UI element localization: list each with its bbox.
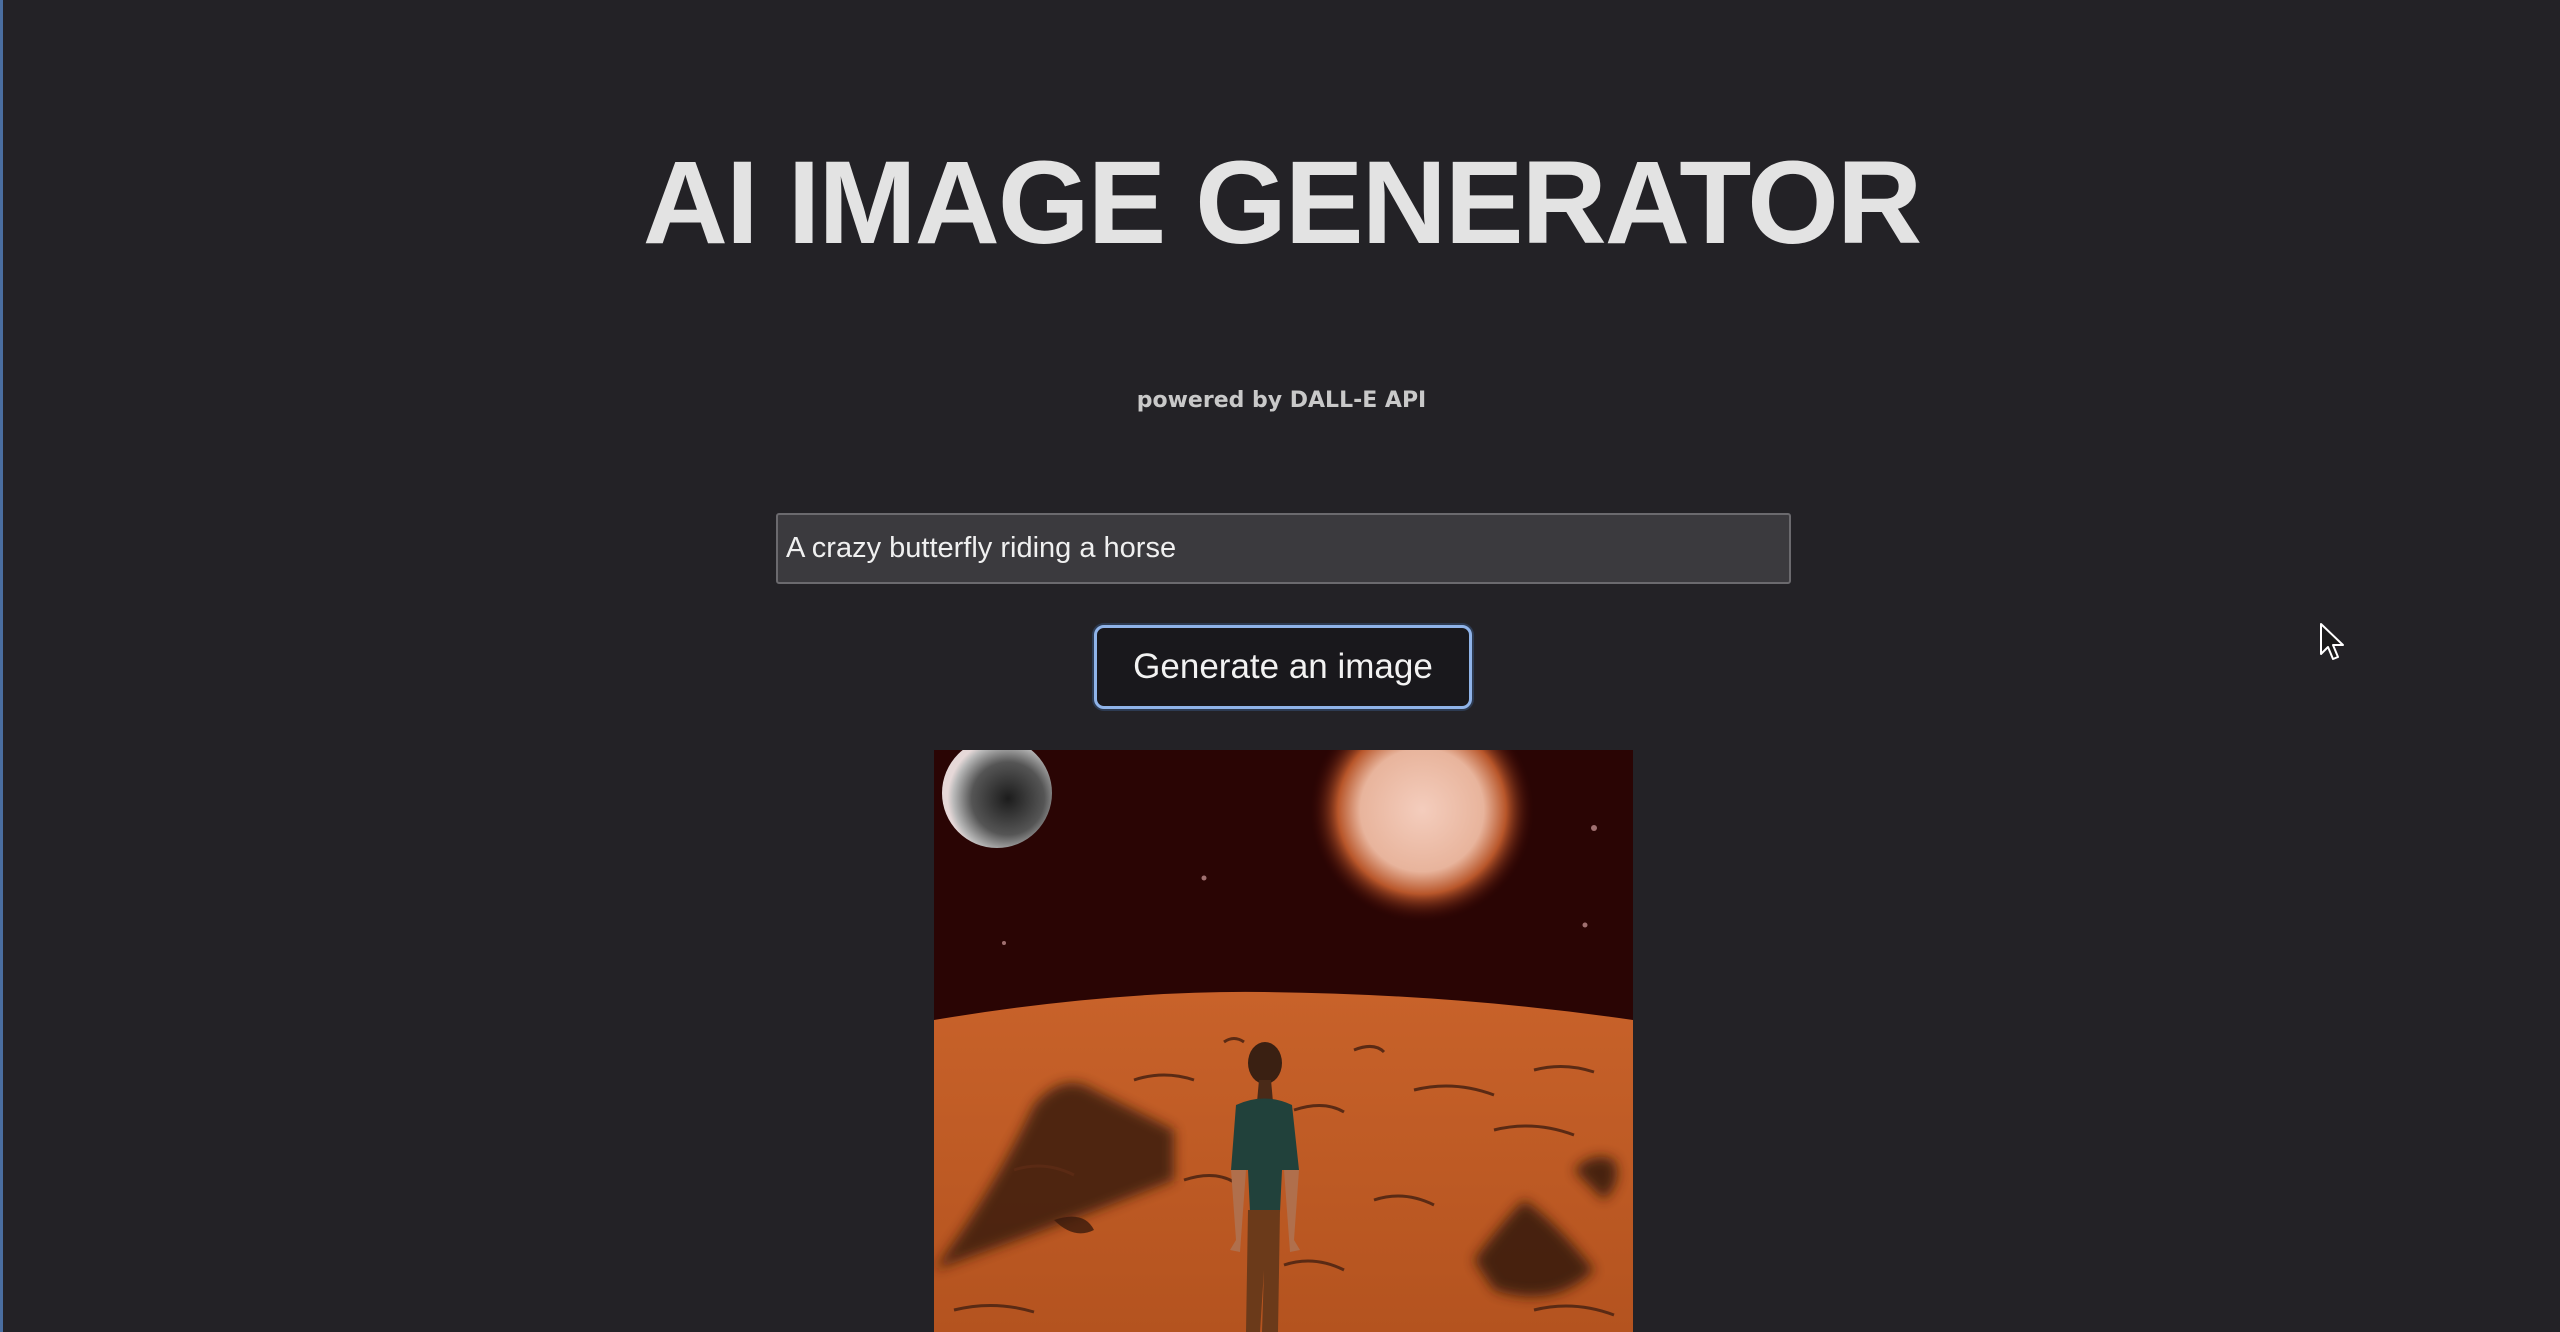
mouse-pointer-icon: [2320, 623, 2344, 660]
prompt-input[interactable]: [776, 513, 1791, 584]
powered-by-subtitle: powered by DALL-E API: [1136, 388, 1427, 413]
generated-image: [934, 750, 1633, 1332]
generate-image-button[interactable]: Generate an image: [1094, 625, 1472, 709]
generated-image-artwork: [934, 750, 1633, 1332]
page-title: AI IMAGE GENERATOR: [642, 137, 1922, 269]
app-page: AI IMAGE GENERATOR powered by DALL-E API…: [0, 0, 2560, 1332]
